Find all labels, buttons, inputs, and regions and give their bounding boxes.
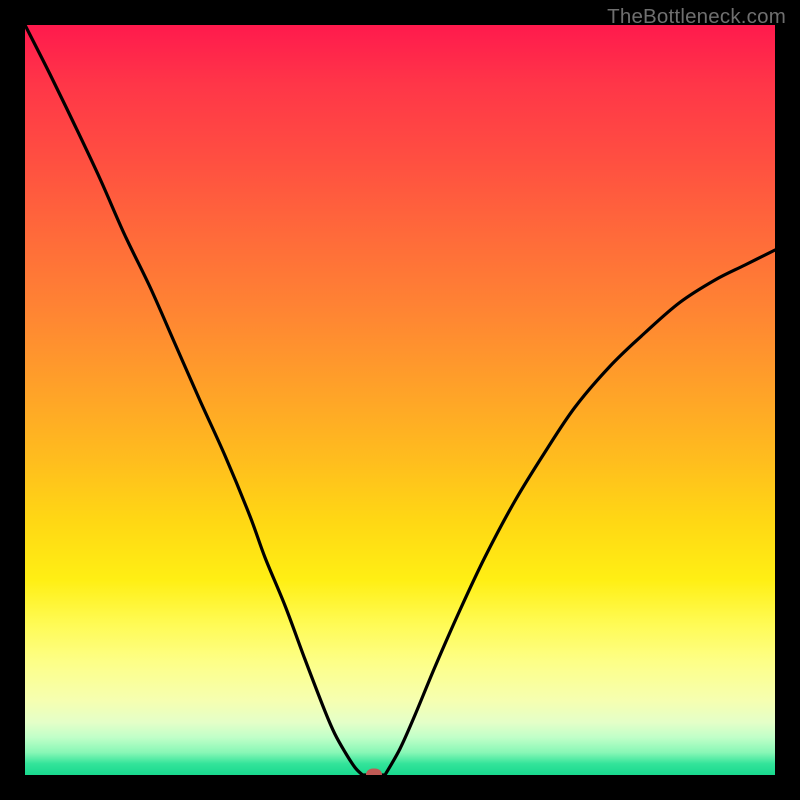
frame-border: TheBottleneck.com — [0, 0, 800, 800]
plot-area — [25, 25, 775, 775]
minimum-marker-dot — [366, 769, 382, 776]
bottleneck-curve — [25, 25, 775, 775]
watermark-text: TheBottleneck.com — [607, 5, 786, 29]
